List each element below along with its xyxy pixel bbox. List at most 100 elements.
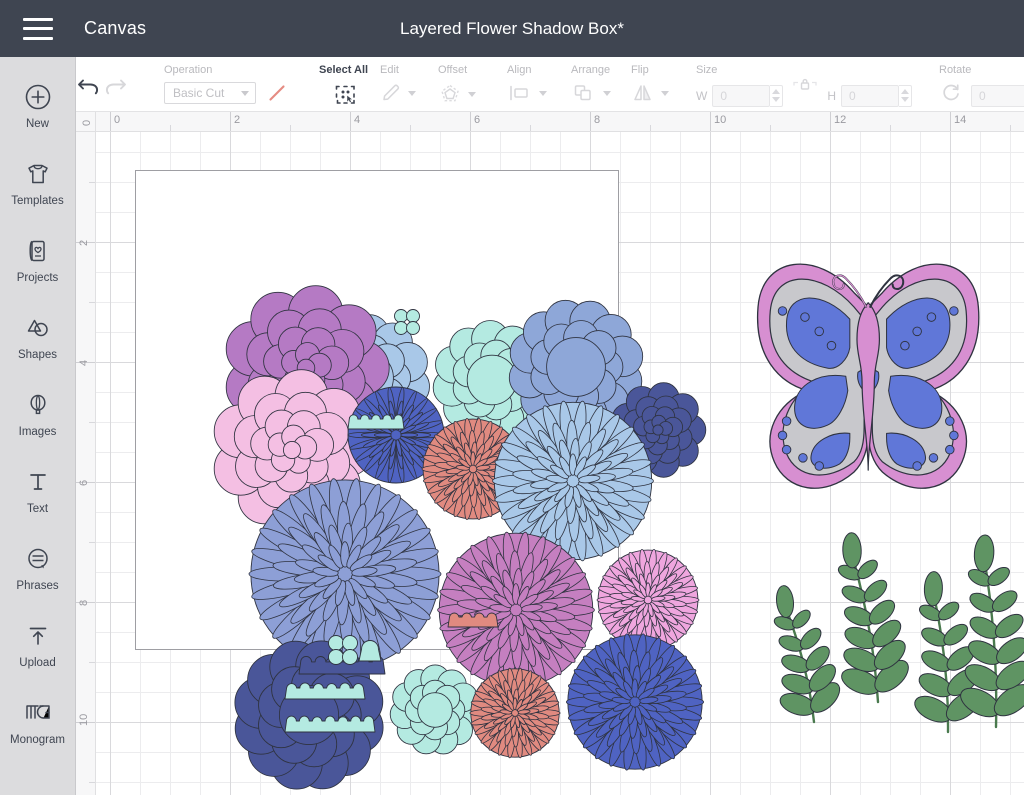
sidebar-label: Monogram [10,733,65,746]
edit-label: Edit [380,64,399,76]
lock-icon[interactable] [792,76,818,103]
undo-button[interactable] [76,67,102,105]
align-button[interactable] [507,82,547,104]
width-stepper[interactable] [770,84,784,107]
select-all-label: Select All [319,64,369,76]
flower-royal-large[interactable] [565,633,705,771]
arrange-button[interactable] [571,82,611,104]
design-canvas[interactable] [96,132,1024,795]
butterfly[interactable] [756,263,980,489]
ruler-label-h: 4 [354,114,361,126]
ruler-tick [350,112,351,131]
ruler-label-v: 2 [78,239,90,246]
rotate-input[interactable]: 0 [971,84,1024,107]
width-input[interactable]: 0 [712,84,771,107]
ruler-tick [950,112,951,131]
ruler-label-h: 0 [114,114,121,126]
height-input[interactable]: 0 [841,84,899,107]
align-label: Align [507,64,532,76]
offset-button[interactable] [438,82,476,106]
offset-group: Offset [438,57,476,112]
chevron-down-icon [241,90,249,96]
ruler-tick [650,125,651,131]
select-all-button[interactable] [333,82,357,111]
sidebar-item-upload[interactable]: Upload [0,606,76,683]
sidebar-item-projects[interactable]: Projects [0,221,76,298]
ruler-label-v: 8 [78,599,90,606]
canvas-label[interactable]: Canvas [84,18,146,39]
flower-mint-lobed[interactable] [389,664,481,755]
sidebar-label: Phrases [16,579,59,592]
ruler-tick [110,112,111,131]
document-title: Layered Flower Shadow Box* [400,18,624,38]
card-heart-icon [24,236,52,266]
speech-bubble-icon [24,544,52,574]
ruler-tick [770,125,771,131]
sidebar-label: Templates [11,194,64,207]
ruler-tick [530,125,531,131]
ruler-tick [890,125,891,131]
ruler-tick [89,542,95,543]
leaf-sprigs [773,532,1024,734]
ruler-tick [89,182,95,183]
arrange-label: Arrange [571,64,611,76]
operation-select[interactable]: Basic Cut [164,82,256,104]
align-group: Align [507,57,547,112]
sidebar-label: Shapes [17,348,57,361]
select-all-group: Select All [319,57,368,112]
ruler-horizontal[interactable]: 0 2 4 6 8 10 12 14 [96,112,1024,132]
leaf-sprig-1[interactable] [773,585,845,724]
operation-value: Basic Cut [173,86,225,100]
ruler-tick [230,112,231,131]
balloon-icon [24,390,52,420]
sidebar-label: Images [18,425,57,438]
sidebar-label: Projects [16,271,59,284]
sidebar-label: New [25,117,49,130]
size-label: Size [696,64,718,76]
operation-label: Operation [164,64,213,76]
cricut-design-space-window: Canvas Layered Flower Shadow Box* New Te… [0,0,1024,795]
height-stepper[interactable] [899,84,912,107]
text-t-icon [24,467,52,497]
ruler-label-v: 10 [78,713,90,726]
sidebar-item-templates[interactable]: Templates [0,144,76,221]
sidebar-label: Text [26,502,49,515]
width-label: W [696,88,708,103]
sidebar-item-images[interactable]: Images [0,375,76,452]
sidebar-item-shapes[interactable]: Shapes [0,298,76,375]
ruler-label-h: 14 [954,114,967,126]
sidebar-item-new[interactable]: New [0,67,76,144]
top-bar: Canvas Layered Flower Shadow Box* [0,0,1024,57]
sidebar-item-monogram[interactable]: Monogram [0,683,76,760]
flower-cluster [213,285,707,790]
clover-dot-small[interactable] [394,309,420,335]
ruler-label-v: 6 [78,479,90,486]
rotate-label: Rotate [939,64,972,76]
shapes-icon [24,313,52,343]
flower-pink-mum[interactable] [596,548,700,652]
ruler-label-h: 12 [834,114,847,126]
ruler-tick [89,422,95,423]
chevron-down-icon [661,90,669,96]
rotate-icon[interactable] [939,82,963,109]
plus-circle-icon [24,82,52,112]
flower-coral-small[interactable] [469,667,561,759]
size-group: Size W 0 H 0 [696,57,912,112]
ruler-tick [1010,125,1011,131]
chevron-down-icon [603,90,611,96]
flip-button[interactable] [631,82,669,104]
ruler-tick [290,125,291,131]
operation-color-swatch[interactable] [266,82,288,104]
sidebar-item-text[interactable]: Text [0,452,76,529]
edit-button[interactable] [380,82,416,104]
sidebar-item-phrases[interactable]: Phrases [0,529,76,606]
ruler-vertical[interactable]: 2 4 6 8 10 [76,132,96,795]
upload-arrow-icon [24,621,52,651]
flip-group: Flip [631,57,669,112]
fringe-strip-mint-top[interactable] [347,414,405,430]
leaf-sprig-2[interactable] [836,532,914,704]
chevron-down-icon [408,90,416,96]
redo-button[interactable] [102,67,128,105]
ruler-tick [710,112,711,131]
hamburger-icon[interactable] [23,17,53,40]
